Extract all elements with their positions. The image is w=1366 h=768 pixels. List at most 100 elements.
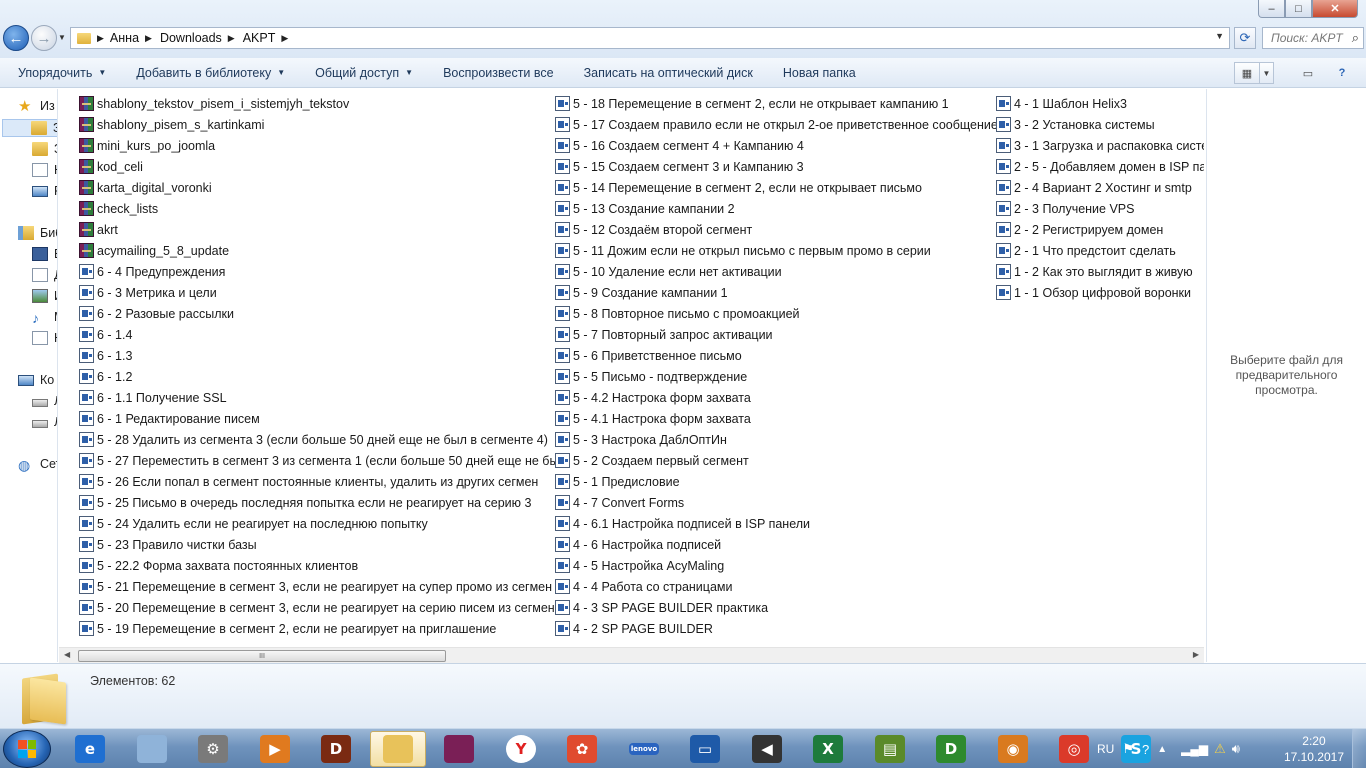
file-item[interactable]: 3 - 1 Загрузка и распаковка систем [996, 135, 1204, 156]
taskbar-winrar[interactable] [431, 731, 487, 767]
taskbar-control-tool[interactable]: ⚙ [185, 731, 241, 767]
file-item[interactable]: 6 - 1 Редактирование писем [79, 408, 566, 429]
file-item[interactable]: kod_celi [79, 156, 566, 177]
nav-lib-new[interactable]: Н [32, 329, 57, 347]
taskbar-chrome[interactable]: ◎ [1046, 731, 1102, 767]
maximize-button[interactable]: □ [1285, 0, 1312, 18]
search-input[interactable]: Поиск: AKPT ⌕ [1262, 27, 1364, 49]
scrollbar-thumb[interactable]: III [78, 650, 446, 662]
file-item[interactable]: 4 - 6.1 Настройка подписей в ISP панели [555, 513, 998, 534]
file-item[interactable]: 5 - 6 Приветственное письмо [555, 345, 998, 366]
taskbar-yandex-browser[interactable]: Y [493, 731, 549, 767]
file-item[interactable]: 2 - 1 Что предстоит сделать [996, 240, 1204, 261]
file-item[interactable]: 5 - 18 Перемещение в сегмент 2, если не … [555, 93, 998, 114]
nav-network[interactable]: ◍ Сет [18, 455, 57, 473]
file-item[interactable]: 5 - 25 Письмо в очередь последняя попытк… [79, 492, 566, 513]
nav-fav-item-1[interactable]: З [2, 119, 57, 137]
file-item[interactable]: 5 - 2 Создаем первый сегмент [555, 450, 998, 471]
file-item[interactable]: akrt [79, 219, 566, 240]
share-button[interactable]: Общий доступ ▼ [300, 66, 428, 80]
taskbar-excel[interactable]: X [800, 731, 856, 767]
flag-icon[interactable]: ⚑ [1122, 741, 1134, 757]
nav-fav-item-3[interactable]: Н [32, 161, 57, 179]
file-item[interactable]: 2 - 5 - Добавляем домен в ISP пане [996, 156, 1204, 177]
file-item[interactable]: 5 - 24 Удалить если не реагирует на посл… [79, 513, 566, 534]
help-icon[interactable]: ? [1142, 742, 1149, 757]
recent-pages-dropdown-icon[interactable]: ▼ [58, 33, 66, 42]
file-item[interactable]: 5 - 19 Перемещение в сегмент 2, если не … [79, 618, 566, 639]
file-item[interactable]: 5 - 27 Переместить в сегмент 3 из сегмен… [79, 450, 566, 471]
file-item[interactable]: 2 - 3 Получение VPS [996, 198, 1204, 219]
nav-fav-item-2[interactable]: З [32, 140, 57, 158]
file-item[interactable]: shablony_tekstov_pisem_i_sistemjyh_tekst… [79, 93, 566, 114]
file-item[interactable]: 5 - 4.2 Настрока форм захвата [555, 387, 998, 408]
file-item[interactable]: 4 - 1 Шаблон Helix3 [996, 93, 1204, 114]
file-item[interactable]: 6 - 1.3 [79, 345, 566, 366]
add-to-library-button[interactable]: Добавить в библиотеку ▼ [121, 66, 300, 80]
breadcrumb-item-downloads[interactable]: Downloads ▶ [160, 31, 243, 45]
taskbar-internet-explorer[interactable]: e [62, 731, 118, 767]
chevron-right-icon[interactable]: ▶ [97, 33, 104, 44]
file-item[interactable]: 5 - 9 Создание кампании 1 [555, 282, 998, 303]
file-item[interactable]: 5 - 11 Дожим если не открыл письмо с пер… [555, 240, 998, 261]
horizontal-scrollbar[interactable]: ◀ III ▶ [59, 647, 1204, 663]
file-item[interactable]: 5 - 1 Предисловие [555, 471, 998, 492]
file-item[interactable]: 5 - 22.2 Форма захвата постоянных клиент… [79, 555, 566, 576]
file-item[interactable]: 6 - 3 Метрика и цели [79, 282, 566, 303]
taskbar-color-app[interactable]: ✿ [554, 731, 610, 767]
file-item[interactable]: 1 - 1 Обзор цифровой воронки [996, 282, 1204, 303]
nav-computer[interactable]: Ко [18, 371, 54, 389]
file-item[interactable]: 4 - 3 SP PAGE BUILDER практика [555, 597, 998, 618]
file-item[interactable]: 4 - 7 Convert Forms [555, 492, 998, 513]
back-button[interactable]: ← [3, 25, 29, 51]
breadcrumb-item-anna[interactable]: Анна ▶ [110, 31, 160, 45]
nav-libraries[interactable]: Биб [18, 224, 57, 242]
play-all-button[interactable]: Воспроизвести все [428, 66, 569, 80]
file-item[interactable]: 6 - 1.2 [79, 366, 566, 387]
file-item[interactable]: shablony_pisem_s_kartinkami [79, 114, 566, 135]
file-item[interactable]: karta_digital_voronki [79, 177, 566, 198]
file-item[interactable]: 4 - 5 Настройка AcyMaling [555, 555, 998, 576]
file-item[interactable]: 2 - 4 Вариант 2 Хостинг и smtp [996, 177, 1204, 198]
file-item[interactable]: 5 - 10 Удаление если нет активации [555, 261, 998, 282]
chevron-right-icon[interactable]: ▶ [228, 33, 235, 44]
file-item[interactable]: acymailing_5_8_update [79, 240, 566, 261]
file-item[interactable]: 5 - 8 Повторное письмо с промоакцией [555, 303, 998, 324]
file-item[interactable]: 5 - 13 Создание кампании 2 [555, 198, 998, 219]
file-item[interactable]: 6 - 4 Предупреждения [79, 261, 566, 282]
taskbar-chart-app[interactable]: ▤ [862, 731, 918, 767]
breadcrumb-item-akpt[interactable]: AKPT ▶ [243, 31, 297, 45]
chevron-right-icon[interactable]: ▶ [281, 33, 288, 44]
taskbar-td-app[interactable]: D [923, 731, 979, 767]
taskbar-lenovo[interactable]: lenovo [616, 731, 672, 767]
file-item[interactable]: 1 - 2 Как это выглядит в живую [996, 261, 1204, 282]
scroll-left-icon[interactable]: ◀ [64, 650, 70, 659]
file-item[interactable]: 5 - 23 Правило чистки базы [79, 534, 566, 555]
start-button[interactable] [3, 730, 51, 768]
file-item[interactable]: 5 - 7 Повторный запрос активации [555, 324, 998, 345]
file-item[interactable]: 4 - 6 Настройка подписей [555, 534, 998, 555]
file-item[interactable]: 5 - 4.1 Настрока форм захвата [555, 408, 998, 429]
file-item[interactable]: 6 - 1.4 [79, 324, 566, 345]
file-item[interactable]: 5 - 5 Письмо - подтверждение [555, 366, 998, 387]
file-item[interactable]: 5 - 16 Создаем сегмент 4 + Кампанию 4 [555, 135, 998, 156]
forward-button[interactable]: → [31, 25, 57, 51]
show-desktop-button[interactable] [1352, 729, 1366, 768]
file-item[interactable]: check_lists [79, 198, 566, 219]
file-item[interactable]: 5 - 12 Создаём второй сегмент [555, 219, 998, 240]
nav-lib-music[interactable]: ♪М [32, 308, 57, 326]
taskbar-speaker-app[interactable]: ◀ [739, 731, 795, 767]
minimize-button[interactable]: – [1258, 0, 1285, 18]
path-dropdown-icon[interactable]: ▼ [1215, 31, 1224, 41]
taskbar-game-diablo[interactable]: D [308, 731, 364, 767]
nav-lib-pictures[interactable]: И [32, 287, 57, 305]
file-item[interactable]: 5 - 14 Перемещение в сегмент 2, если не … [555, 177, 998, 198]
nav-drive-2[interactable]: Л [32, 413, 57, 431]
nav-drive-1[interactable]: Л [32, 392, 57, 410]
chevron-right-icon[interactable]: ▶ [145, 33, 152, 44]
breadcrumb[interactable]: ▶ Анна ▶ Downloads ▶ AKPT ▶ ▼ [70, 27, 1230, 49]
nav-lib-documents[interactable]: Д [32, 266, 57, 284]
taskbar-media-player[interactable]: ▶ [247, 731, 303, 767]
new-folder-button[interactable]: Новая папка [768, 66, 871, 80]
view-dropdown-icon[interactable]: ▼ [1259, 62, 1274, 84]
